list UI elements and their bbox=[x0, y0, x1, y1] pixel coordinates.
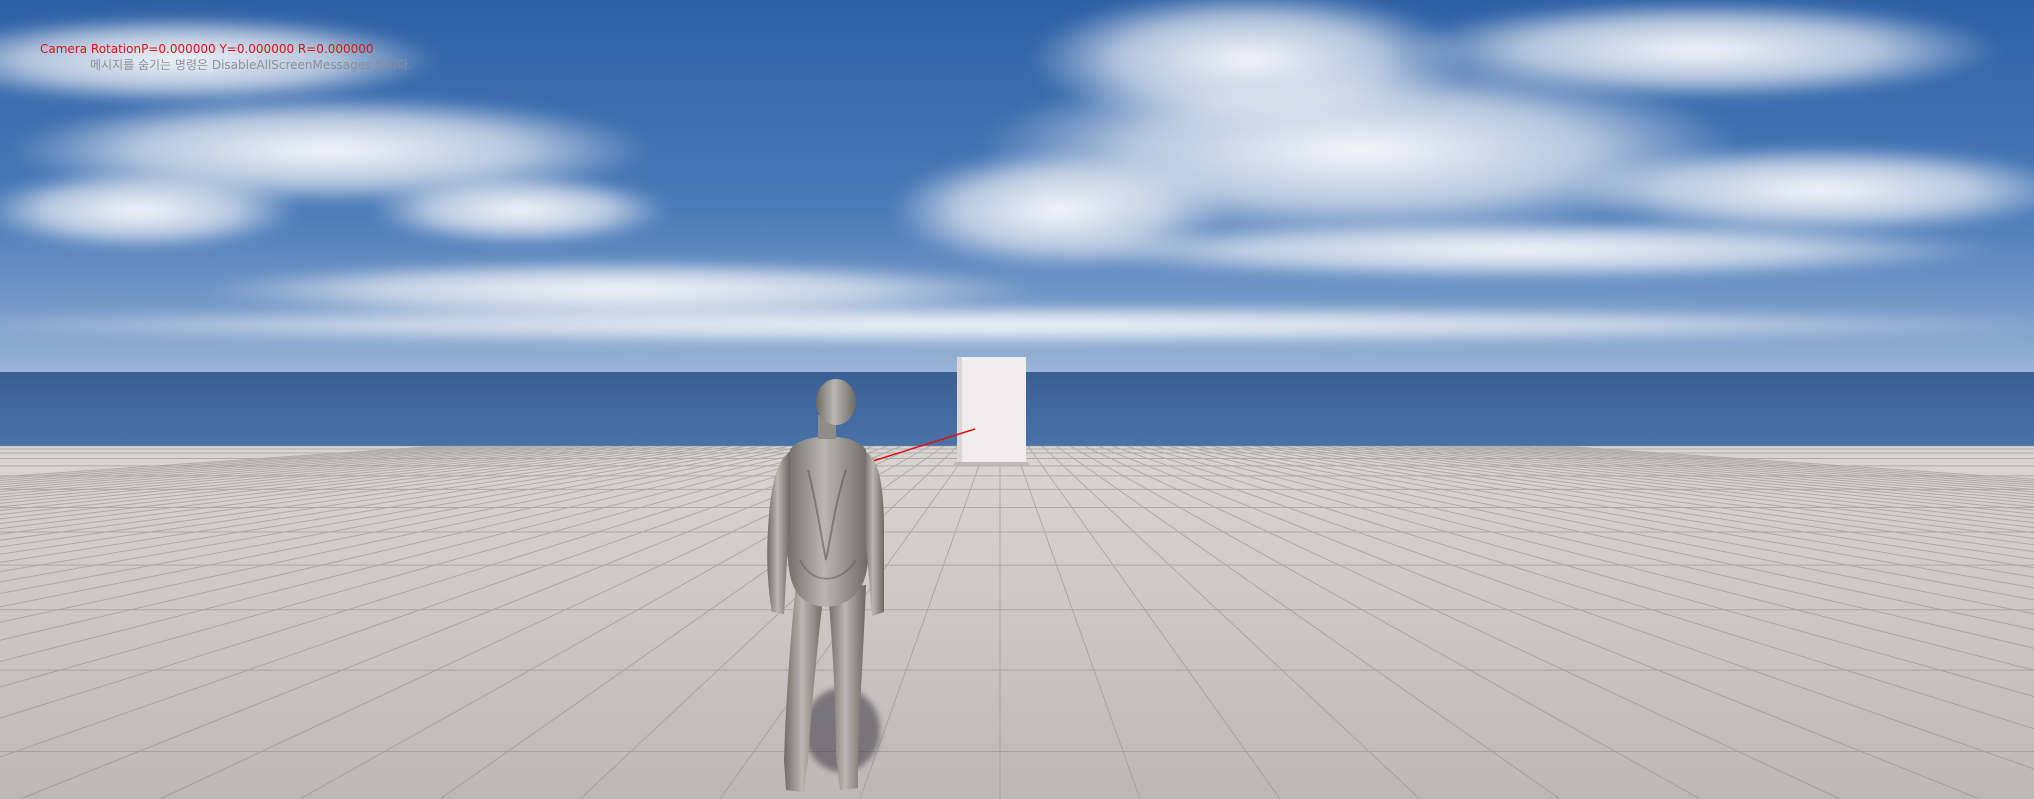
disable-messages-hint: 메시지를 숨기는 명령은 DisableAllScreenMessages 입니… bbox=[90, 58, 413, 72]
scene-canvas bbox=[0, 0, 2034, 799]
white-block bbox=[953, 357, 1030, 466]
floor bbox=[0, 446, 2034, 799]
camera-rotation-message: Camera RotationP=0.000000 Y=0.000000 R=0… bbox=[40, 42, 374, 56]
game-viewport[interactable]: Camera RotationP=0.000000 Y=0.000000 R=0… bbox=[0, 0, 2034, 799]
